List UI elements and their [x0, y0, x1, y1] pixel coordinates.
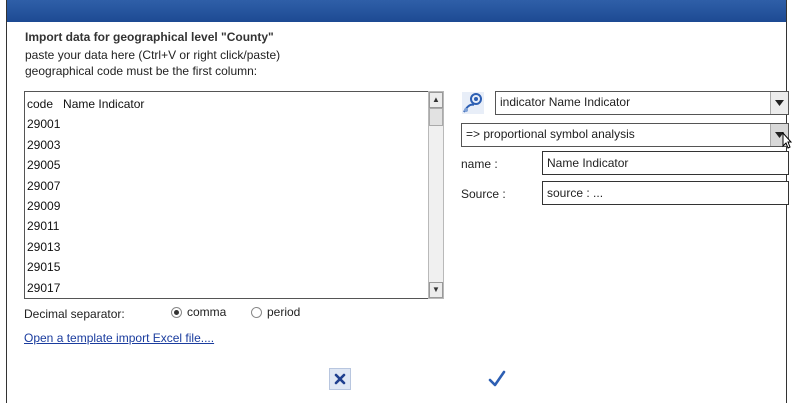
period-label: period	[267, 305, 301, 319]
data-lines: code Name Indicator 29001 29003 29005 29…	[27, 94, 419, 296]
decimal-separator-label: Decimal separator:	[24, 307, 125, 321]
data-line: 29015	[27, 260, 61, 275]
source-input[interactable]: source : ...	[542, 181, 789, 205]
dialog-title-bar	[7, 0, 786, 22]
paste-hint: paste your data here (Ctrl+V or right cl…	[25, 48, 281, 62]
data-line: 29011	[27, 219, 60, 234]
data-line: 29005	[27, 158, 61, 173]
template-excel-link[interactable]: Open a template import Excel file....	[24, 331, 214, 345]
analysis-select-value: => proportional symbol analysis	[466, 127, 635, 141]
name-label: name :	[461, 157, 498, 171]
checkmark-icon	[488, 370, 506, 387]
code-column-hint: geographical code must be the first colu…	[25, 64, 258, 78]
data-line-header: code Name Indicator	[27, 97, 145, 111]
name-input[interactable]: Name Indicator	[542, 151, 789, 175]
source-label: Source :	[461, 187, 506, 201]
data-line: 29017	[27, 280, 61, 295]
textarea-scrollbar[interactable]: ▲ ▼	[428, 91, 444, 299]
indicator-select-value: indicator Name Indicator	[500, 95, 631, 109]
chevron-down-icon[interactable]	[770, 92, 788, 114]
scroll-thumb[interactable]	[429, 108, 443, 126]
data-line: 29007	[27, 178, 61, 193]
data-line: 29001	[27, 117, 61, 132]
comma-radio[interactable]	[171, 306, 182, 318]
cancel-button[interactable]	[329, 368, 351, 390]
scroll-down-button[interactable]: ▼	[429, 282, 443, 298]
dialog-title: Import data for geographical level "Coun…	[25, 30, 274, 44]
analysis-type-select[interactable]: => proportional symbol analysis	[461, 123, 789, 147]
close-icon	[334, 373, 346, 385]
indicator-select[interactable]: indicator Name Indicator	[495, 91, 789, 115]
comma-label: comma	[187, 305, 227, 319]
indicator-settings-icon[interactable]	[461, 91, 485, 115]
data-paste-textarea[interactable]: code Name Indicator 29001 29003 29005 29…	[24, 91, 434, 299]
period-radio[interactable]	[251, 306, 262, 318]
data-line: 29013	[27, 239, 61, 254]
scroll-up-button[interactable]: ▲	[429, 92, 443, 108]
data-line: 29009	[27, 198, 61, 213]
data-line: 29003	[27, 137, 61, 152]
mouse-cursor-icon	[782, 131, 793, 150]
decimal-period-option[interactable]: period	[251, 305, 300, 319]
decimal-comma-option[interactable]: comma	[171, 305, 226, 319]
ok-button[interactable]	[486, 368, 508, 390]
